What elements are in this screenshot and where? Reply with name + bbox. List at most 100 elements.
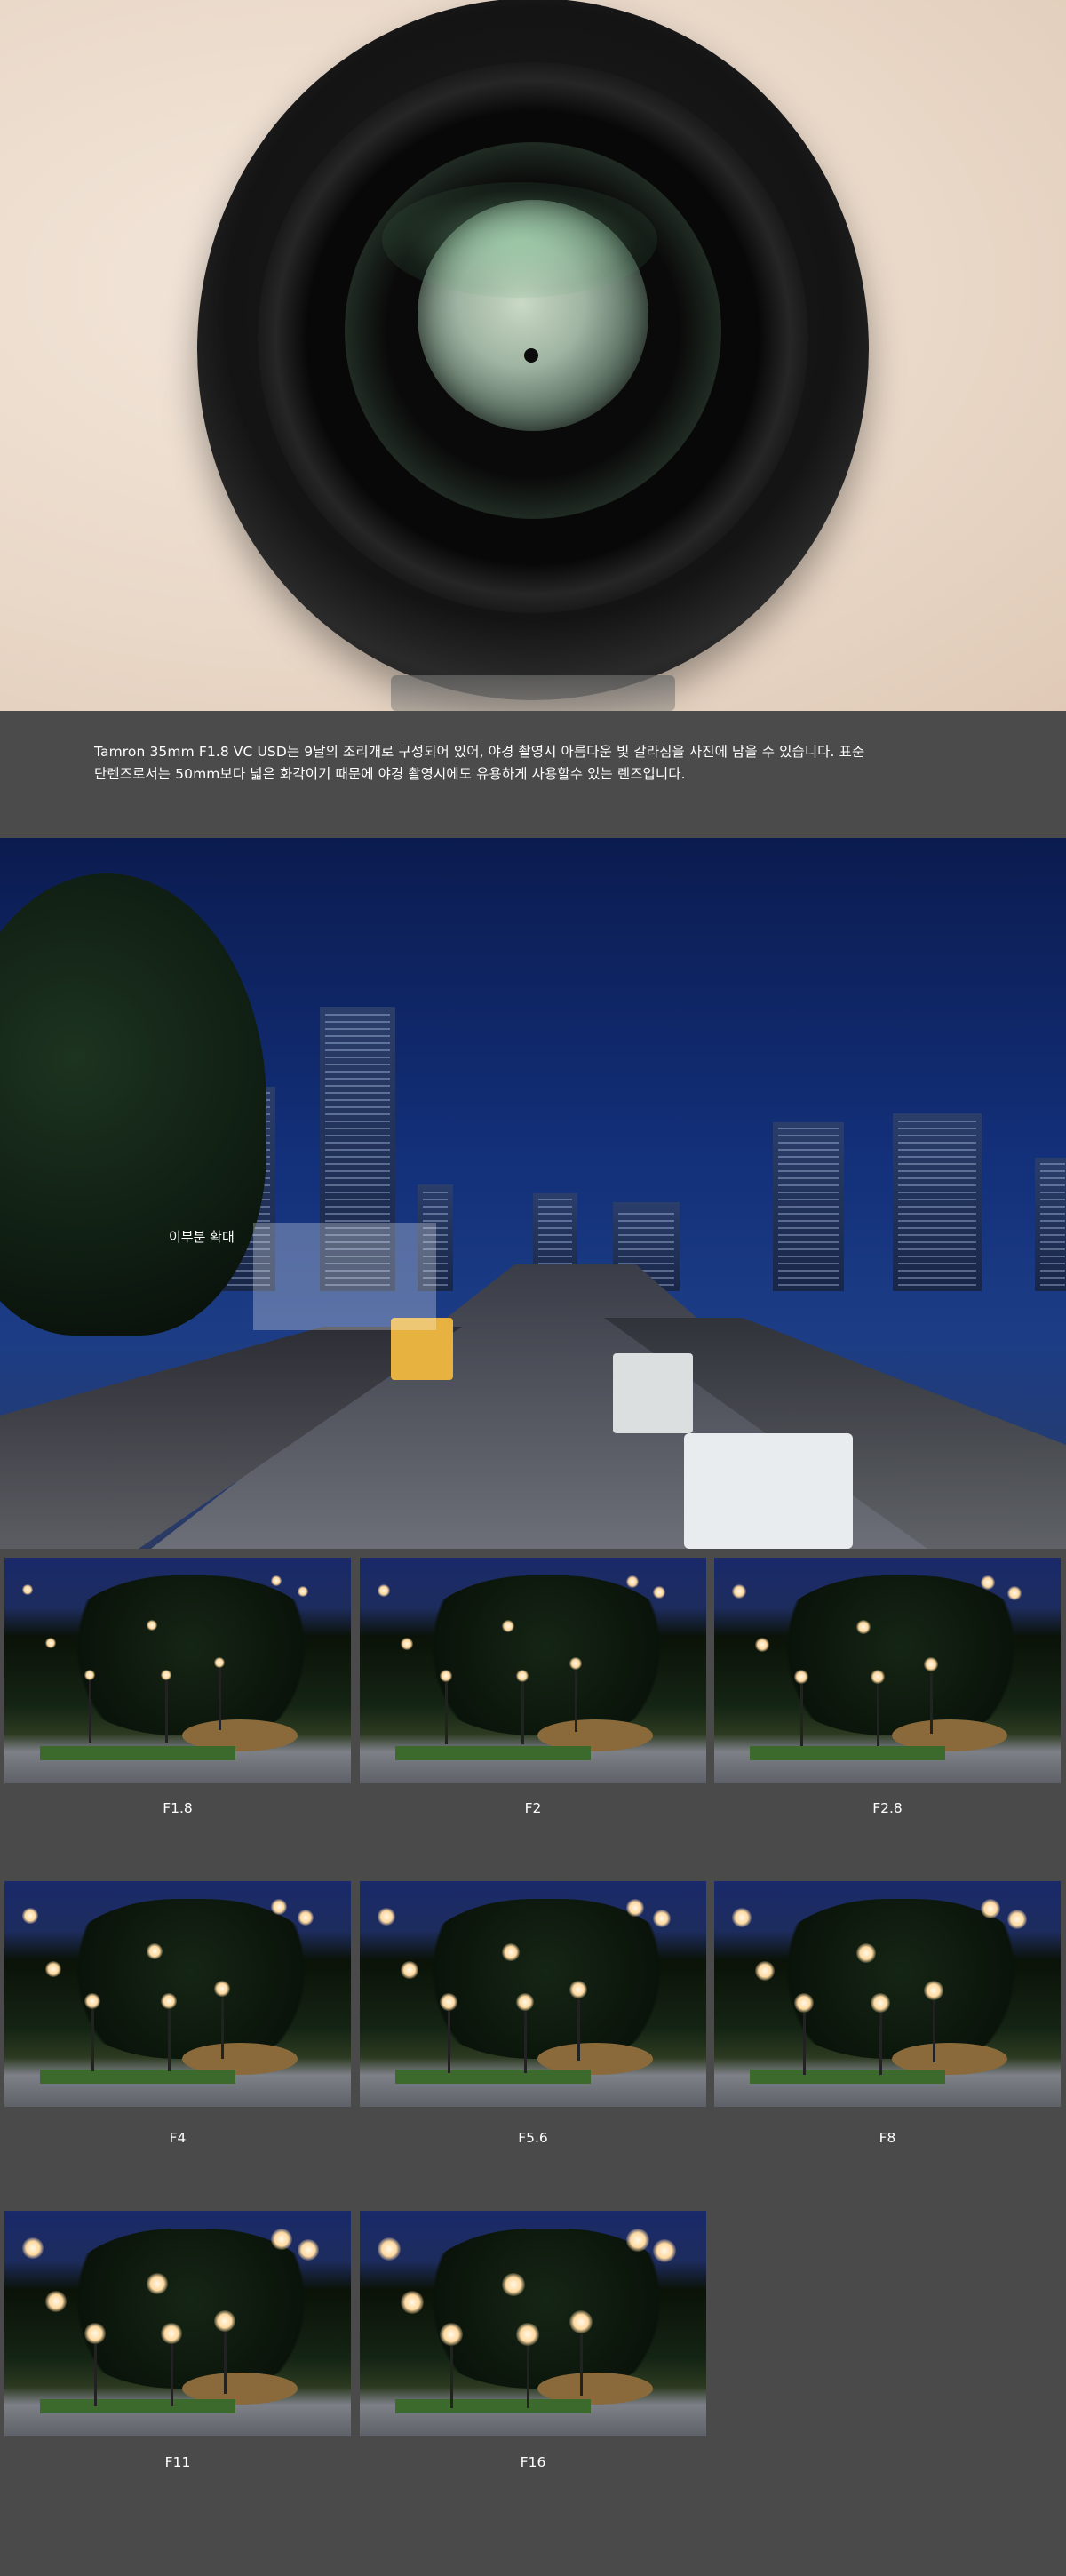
bus: [613, 1353, 693, 1433]
aperture-sample-photo: [4, 1558, 351, 1783]
street-light: [84, 1993, 100, 2009]
street-light: [440, 1993, 457, 2011]
lamp-pole: [165, 1680, 168, 1743]
street-light: [378, 1908, 395, 1926]
street-light: [1007, 1586, 1022, 1600]
lamp-pole: [879, 2013, 882, 2075]
street-light: [22, 1908, 38, 1924]
lawn: [395, 2399, 591, 2413]
aperture-label: F2: [524, 1800, 542, 1816]
aperture-sample-photo: [360, 2211, 706, 2436]
street-light: [653, 1586, 665, 1599]
lawn: [750, 2070, 945, 2084]
street-light: [732, 1908, 752, 1927]
street-light: [378, 1584, 390, 1597]
aperture-label: F11: [164, 2454, 191, 2470]
lamp-pole: [580, 2333, 583, 2396]
street-light: [653, 1910, 671, 1927]
aperture-sample-photo: [714, 1881, 1061, 2107]
street-light: [924, 1981, 943, 2000]
zoom-region-label: 이부분 확대: [169, 1229, 235, 1245]
street-light: [271, 1575, 282, 1586]
street-light: [626, 1575, 639, 1588]
building: [773, 1122, 844, 1291]
street-light: [84, 1670, 95, 1680]
street-light: [378, 2237, 401, 2261]
zoom-region-highlight: [253, 1223, 436, 1330]
street-light: [502, 2273, 525, 2296]
aperture-label: F8: [879, 2130, 896, 2146]
lawn: [395, 2070, 591, 2084]
lamp-pole: [89, 1680, 91, 1743]
building: [1035, 1158, 1066, 1291]
street-light: [214, 2310, 235, 2332]
street-light: [626, 2229, 649, 2252]
tree: [58, 1575, 324, 1735]
aperture-sample-photo: [360, 1558, 706, 1783]
lamp-pole: [445, 1682, 448, 1744]
street-light: [516, 1993, 534, 2011]
tree: [768, 1899, 1034, 2059]
aperture-sample-photo: [4, 2211, 351, 2436]
lens-photo: [0, 0, 1066, 711]
lamp-pole: [527, 2346, 529, 2408]
street-light: [502, 1620, 514, 1632]
lamp-pole: [933, 2000, 935, 2062]
street-light: [298, 1586, 308, 1597]
lawn: [40, 2399, 235, 2413]
street-light: [626, 1899, 644, 1917]
street-light: [732, 1584, 746, 1599]
lamp-pole: [94, 2344, 97, 2406]
street-light: [22, 1584, 33, 1595]
street-light: [22, 2237, 44, 2259]
street-light: [981, 1575, 995, 1590]
lamp-pole: [224, 2332, 227, 2394]
building: [893, 1113, 982, 1291]
lamp-pole: [221, 1997, 224, 2059]
street-light: [147, 2273, 168, 2294]
lens-aperture: [524, 348, 538, 363]
caption-line-1: Tamron 35mm F1.8 VC USD는 9날의 조리개로 구성되어 있…: [94, 744, 865, 760]
lamp-pole: [91, 2009, 94, 2071]
city-night-photo: 이부분 확대: [0, 838, 1066, 1549]
street-light: [516, 1670, 529, 1682]
street-light: [924, 1657, 938, 1671]
aperture-label: F5.6: [518, 2130, 548, 2146]
street-light: [401, 2291, 424, 2314]
street-light: [755, 1638, 769, 1652]
street-light: [856, 1943, 876, 1963]
caption-text: Tamron 35mm F1.8 VC USD는 9날의 조리개로 구성되어 있…: [94, 741, 982, 786]
tree: [413, 1575, 680, 1735]
lamp-pole: [803, 2013, 806, 2075]
street-light: [214, 1981, 230, 1997]
aperture-sample-photo: [4, 1881, 351, 2107]
lens-reflection: [382, 182, 657, 298]
lamp-pole: [168, 2009, 171, 2071]
lamp-pole: [877, 1684, 879, 1746]
street-light: [569, 2310, 593, 2333]
aperture-label: F1.8: [163, 1800, 193, 1816]
lamp-pole: [171, 2344, 173, 2406]
lamp-pole: [450, 2346, 453, 2408]
aperture-sample-photo: [360, 1881, 706, 2107]
tree: [58, 1899, 324, 2059]
street-light: [755, 1961, 775, 1981]
street-light: [271, 1899, 287, 1915]
street-light: [298, 1910, 314, 1926]
street-light: [271, 2229, 292, 2250]
street-light: [298, 2239, 319, 2261]
street-light: [981, 1899, 1000, 1918]
aperture-label: F16: [520, 2454, 546, 2470]
street-light: [1007, 1910, 1027, 1929]
street-light: [45, 1961, 61, 1977]
street-light: [147, 1620, 157, 1631]
street-light: [214, 1657, 225, 1668]
lamp-pole: [577, 1998, 580, 2061]
street-light: [401, 1638, 413, 1650]
aperture-label: F4: [169, 2130, 187, 2146]
lawn: [40, 2070, 235, 2084]
street-light: [45, 1638, 56, 1648]
lamp-pole: [219, 1668, 221, 1730]
street-light: [516, 2323, 539, 2346]
street-light: [794, 1993, 814, 2013]
